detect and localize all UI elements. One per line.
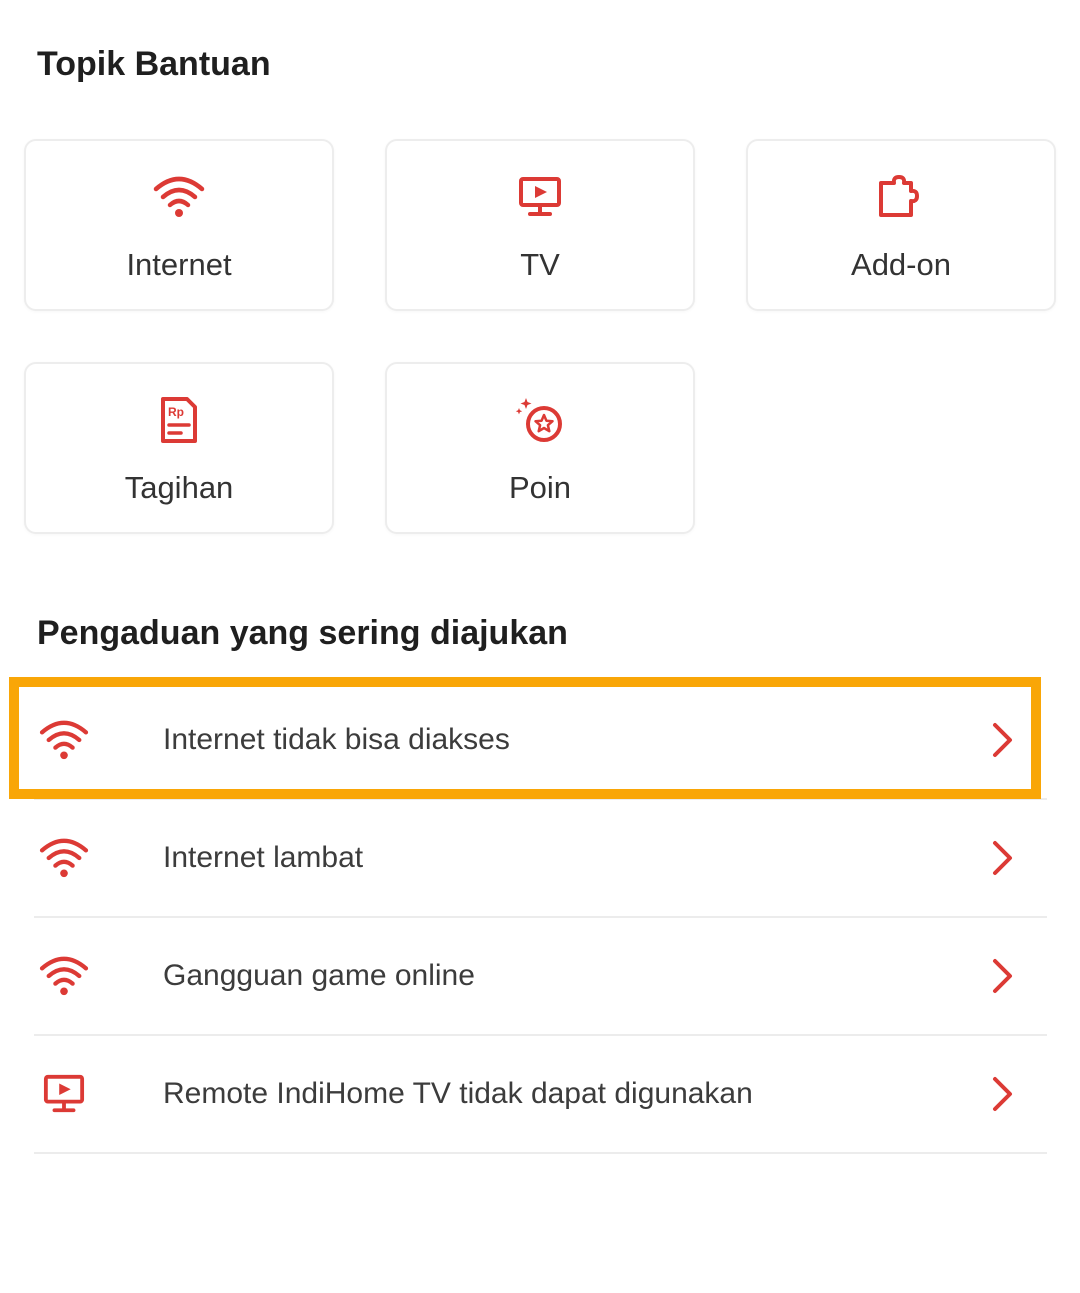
complaint-item-label: Internet lambat [163, 841, 364, 874]
topic-card-label: TV [520, 247, 560, 282]
wifi-icon [38, 714, 90, 766]
complaint-item-remote-indihome-tv[interactable]: Remote IndiHome TV tidak dapat digunakan [34, 1036, 1047, 1154]
complaint-item-label: Remote IndiHome TV tidak dapat digunakan [163, 1077, 753, 1110]
chevron-right-icon [993, 1077, 1012, 1111]
topic-card-tv[interactable]: TV [385, 139, 695, 311]
topic-card-poin[interactable]: Poin [385, 362, 695, 534]
topic-card-label: Tagihan [124, 470, 234, 505]
complaint-item-internet-tidak-bisa-diakses[interactable]: Internet tidak bisa diakses [34, 682, 1047, 800]
wifi-icon [153, 171, 205, 223]
chevron-right-icon [993, 959, 1012, 993]
topic-card-tagihan[interactable]: Rp Tagihan [24, 362, 334, 534]
wifi-icon [38, 950, 90, 1002]
pengaduan-title: Pengaduan yang sering diajukan [37, 614, 568, 652]
topic-card-label: Internet [126, 247, 232, 282]
topic-card-label: Add-on [851, 247, 951, 282]
chevron-right-icon [993, 723, 1012, 757]
topic-card-addon[interactable]: Add-on [746, 139, 1056, 311]
complaint-item-label: Internet tidak bisa diakses [163, 723, 510, 756]
poin-icon [514, 394, 566, 446]
chevron-right-icon [993, 841, 1012, 875]
complaint-list: Internet tidak bisa diakses Internet lam… [34, 682, 1047, 1154]
bill-icon: Rp [153, 394, 205, 446]
complaint-item-internet-lambat[interactable]: Internet lambat [34, 800, 1047, 918]
topik-bantuan-title: Topik Bantuan [37, 45, 271, 83]
complaint-item-label: Gangguan game online [163, 959, 475, 992]
svg-text:Rp: Rp [168, 405, 184, 419]
tv-icon [514, 171, 566, 223]
puzzle-icon [875, 171, 927, 223]
complaint-item-gangguan-game-online[interactable]: Gangguan game online [34, 918, 1047, 1036]
topic-card-internet[interactable]: Internet [24, 139, 334, 311]
wifi-icon [38, 832, 90, 884]
tv-icon [38, 1068, 90, 1120]
topic-card-label: Poin [508, 470, 572, 505]
